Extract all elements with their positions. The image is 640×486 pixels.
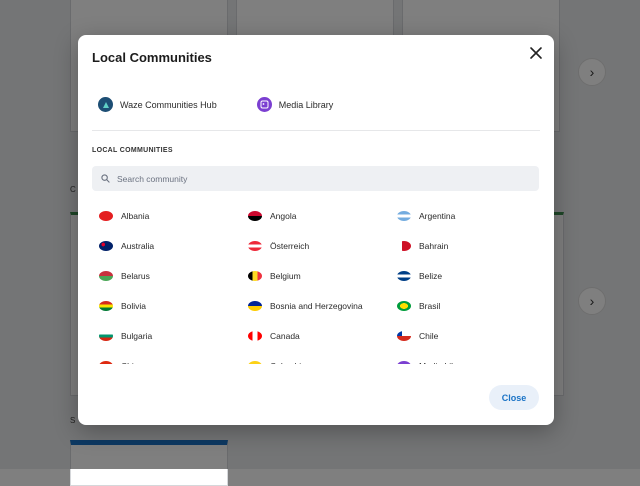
close-button[interactable]: Close — [489, 385, 539, 410]
waze-communities-hub-link[interactable]: Waze Communities Hub — [98, 97, 217, 112]
close-icon[interactable] — [527, 44, 545, 62]
community-name: Belize — [419, 271, 443, 281]
community-name: Österreich — [270, 241, 310, 251]
local-communities-modal: Local Communities Waze Communities Hub M… — [78, 35, 554, 425]
flag-icon — [248, 271, 262, 281]
flag-icon — [397, 331, 411, 341]
community-list[interactable]: Albania Angola Argentina Australia Österreic… — [92, 201, 542, 364]
community-item[interactable]: Belarus — [92, 261, 241, 291]
waze-hub-icon — [98, 97, 113, 112]
community-item[interactable]: Media Library — [390, 351, 539, 364]
flag-icon — [248, 301, 262, 311]
community-name: Albania — [121, 211, 150, 221]
community-item[interactable]: Australia — [92, 231, 241, 261]
community-item[interactable]: Bahrain — [390, 231, 539, 261]
community-item[interactable]: Brasil — [390, 291, 539, 321]
community-name: Argentina — [419, 211, 456, 221]
community-name: Bulgaria — [121, 331, 153, 341]
community-name: Brasil — [419, 301, 441, 311]
community-item[interactable]: China — [92, 351, 241, 364]
community-name: Canada — [270, 331, 300, 341]
flag-icon — [397, 271, 411, 281]
community-name: Bolivia — [121, 301, 147, 311]
community-item[interactable]: Belize — [390, 261, 539, 291]
community-item[interactable]: Belgium — [241, 261, 390, 291]
community-name: Chile — [419, 331, 439, 341]
flag-icon — [397, 241, 411, 251]
search-icon — [101, 174, 110, 183]
flag-icon — [397, 361, 411, 364]
community-item[interactable]: Argentina — [390, 201, 539, 231]
flag-icon — [397, 301, 411, 311]
flag-icon — [248, 211, 262, 221]
flag-icon — [99, 361, 113, 364]
community-item[interactable]: Chile — [390, 321, 539, 351]
quick-links: Waze Communities Hub Media Library — [98, 97, 333, 112]
community-name: China — [121, 361, 143, 364]
community-item[interactable]: Bolivia — [92, 291, 241, 321]
search-input[interactable] — [117, 173, 517, 184]
divider — [92, 130, 540, 131]
community-item[interactable]: Albania — [92, 201, 241, 231]
community-name: Bosnia and Herzegovina — [270, 301, 363, 311]
community-item[interactable]: Colombia — [241, 351, 390, 364]
community-name: Belgium — [270, 271, 301, 281]
media-library-icon — [256, 97, 272, 112]
community-name: Belarus — [121, 271, 150, 281]
flag-icon — [99, 271, 113, 281]
community-name: Australia — [121, 241, 155, 251]
flag-icon — [397, 211, 411, 221]
community-name: Angola — [270, 211, 297, 221]
community-item[interactable]: Bosnia and Herzegovina — [241, 291, 390, 321]
quick-link-label: Waze Communities Hub — [120, 99, 217, 110]
flag-icon — [99, 301, 113, 311]
flag-icon — [99, 211, 113, 221]
community-name: Bahrain — [419, 241, 449, 251]
community-item[interactable]: Österreich — [241, 231, 390, 261]
community-name: Colombia — [270, 361, 306, 364]
media-library-link[interactable]: Media Library — [256, 97, 334, 112]
flag-icon — [248, 241, 262, 251]
flag-icon — [99, 331, 113, 341]
flag-icon — [248, 361, 262, 364]
flag-icon — [99, 241, 113, 251]
search-bar — [92, 166, 539, 191]
community-item[interactable]: Canada — [241, 321, 390, 351]
community-name: Media Library — [419, 361, 471, 364]
section-label: LOCAL COMMUNITIES — [92, 147, 173, 154]
community-item[interactable]: Bulgaria — [92, 321, 241, 351]
quick-link-label: Media Library — [278, 99, 334, 110]
flag-icon — [248, 331, 262, 341]
community-item[interactable]: Angola — [241, 201, 390, 231]
modal-title: Local Communities — [92, 50, 212, 65]
